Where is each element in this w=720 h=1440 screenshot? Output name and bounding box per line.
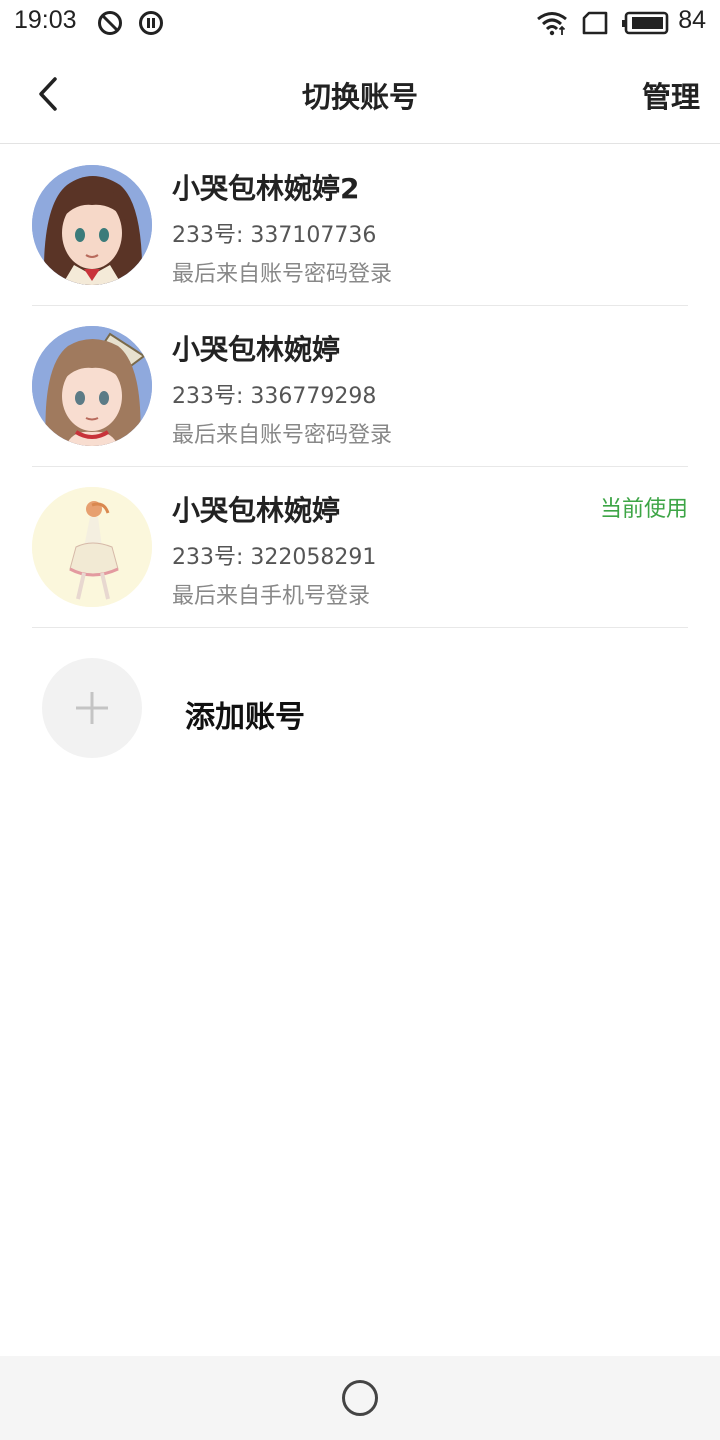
account-list: 小哭包林婉婷2 233号: 337107736 最后来自账号密码登录 小哭包林婉…: [0, 145, 720, 628]
current-account-badge: 当前使用: [599, 497, 688, 522]
account-id: 233号: 337107736: [172, 223, 377, 248]
account-id: 233号: 322058291: [172, 545, 377, 570]
wifi-icon: [537, 12, 567, 36]
account-item[interactable]: 小哭包林婉婷 233号: 336779298 最后来自账号密码登录: [32, 306, 688, 467]
pause-icon: [139, 11, 163, 35]
battery-level: 84: [678, 6, 706, 34]
home-button[interactable]: [342, 1380, 378, 1416]
battery-icon: [622, 11, 669, 35]
last-login-method: 最后来自账号密码登录: [172, 423, 393, 448]
last-login-method: 最后来自手机号登录: [172, 584, 371, 609]
do-not-disturb-icon: [98, 11, 122, 35]
account-name: 小哭包林婉婷2: [172, 172, 360, 205]
manage-button[interactable]: 管理: [642, 74, 700, 116]
account-item[interactable]: 小哭包林婉婷 233号: 322058291 最后来自手机号登录 当前使用: [32, 467, 688, 628]
system-nav-bar: [0, 1356, 720, 1440]
account-name: 小哭包林婉婷: [172, 494, 341, 527]
account-name: 小哭包林婉婷: [172, 333, 341, 366]
plus-icon: [76, 692, 108, 724]
account-id: 233号: 336779298: [172, 384, 377, 409]
status-time: 19:03: [14, 6, 77, 34]
add-account-circle: [42, 658, 142, 758]
add-account-button[interactable]: 添加账号: [32, 628, 688, 788]
status-bar: 19:03 84: [0, 0, 720, 46]
nav-bar: 切换账号 管理: [0, 46, 720, 144]
add-account-label: 添加账号: [185, 700, 305, 735]
anime-girl-avatar: [32, 326, 152, 446]
account-item[interactable]: 小哭包林婉婷2 233号: 337107736 最后来自账号密码登录: [32, 145, 688, 306]
page-title: 切换账号: [301, 80, 418, 114]
avatar: [32, 326, 152, 446]
anime-girl-avatar: [32, 487, 152, 607]
last-login-method: 最后来自账号密码登录: [172, 262, 393, 287]
avatar: [32, 165, 152, 285]
avatar: [32, 487, 152, 607]
anime-girl-avatar: [32, 165, 152, 285]
sim-icon: [582, 11, 608, 35]
